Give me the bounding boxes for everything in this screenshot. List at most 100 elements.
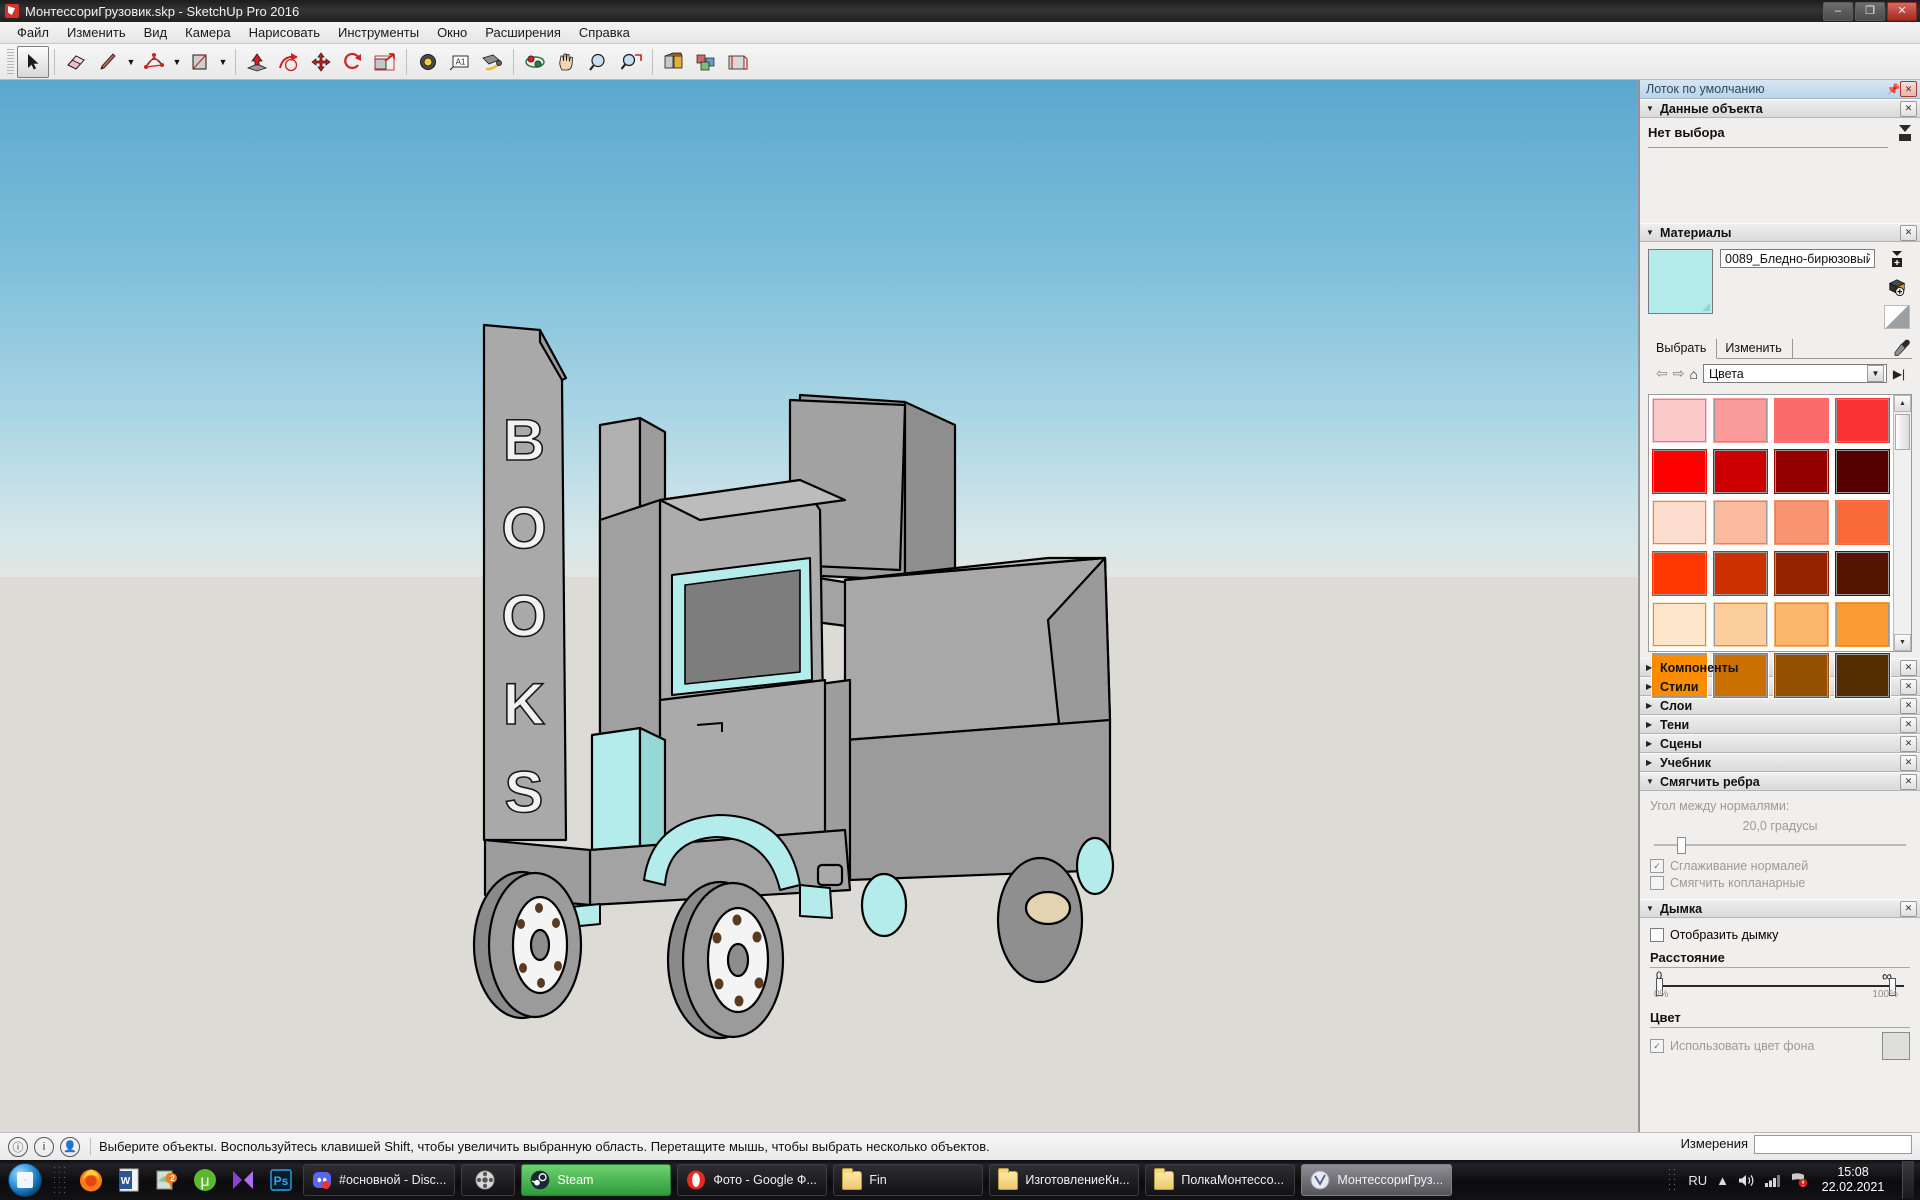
tab-edit[interactable]: Изменить bbox=[1717, 339, 1793, 358]
soften-coplanar-row[interactable]: Смягчить копланарные bbox=[1650, 876, 1910, 890]
taskbar-button-fin[interactable]: Fin bbox=[833, 1164, 984, 1196]
zoom-extents-tool[interactable] bbox=[615, 46, 647, 78]
show-desktop-button[interactable] bbox=[1902, 1161, 1914, 1199]
zoom-tool[interactable] bbox=[583, 46, 615, 78]
color-swatch[interactable] bbox=[1651, 397, 1708, 444]
slider-knob[interactable] bbox=[1676, 837, 1686, 854]
fog-distance-slider[interactable]: 0 ∞ 0% 100% bbox=[1654, 968, 1906, 1002]
smooth-normals-checkbox[interactable] bbox=[1650, 859, 1664, 873]
styles-close-icon[interactable]: ✕ bbox=[1900, 678, 1917, 695]
menu-extensions[interactable]: Расширения bbox=[476, 22, 570, 43]
move-tool[interactable] bbox=[305, 46, 337, 78]
text-tool[interactable]: A1 bbox=[444, 46, 476, 78]
utorrent-icon[interactable]: μ bbox=[186, 1162, 224, 1198]
mapsme-icon[interactable]: 2 bbox=[148, 1162, 186, 1198]
components-close-icon[interactable]: ✕ bbox=[1900, 659, 1917, 676]
taskbar-button-film[interactable] bbox=[461, 1164, 516, 1196]
section-instructor[interactable]: ▶ Учебник ✕ bbox=[1640, 753, 1920, 772]
color-swatch[interactable] bbox=[1834, 448, 1891, 495]
chevron-down-icon[interactable]: ▼ bbox=[1867, 365, 1884, 382]
display-menu-icon[interactable] bbox=[1887, 249, 1907, 269]
material-name-input[interactable] bbox=[1720, 249, 1875, 268]
person-circle-icon[interactable]: 👤 bbox=[60, 1136, 80, 1157]
layers-close-icon[interactable]: ✕ bbox=[1900, 697, 1917, 714]
language-indicator[interactable]: RU bbox=[1688, 1173, 1707, 1188]
tray-grip[interactable] bbox=[1667, 1167, 1680, 1193]
soften-coplanar-checkbox[interactable] bbox=[1650, 876, 1664, 890]
section-soften-edges[interactable]: ▼ Смягчить ребра ✕ bbox=[1640, 772, 1920, 791]
quicklaunch-grip[interactable] bbox=[52, 1165, 68, 1195]
section-entity-info[interactable]: ▼ Данные объекта ✕ bbox=[1640, 99, 1920, 118]
arc-tool-dropdown[interactable]: ▼ bbox=[170, 47, 184, 77]
instructor-close-icon[interactable]: ✕ bbox=[1900, 754, 1917, 771]
pin-icon[interactable]: 📌 bbox=[1887, 83, 1901, 96]
taskbar-button-sketchup[interactable]: МонтессориГруз... bbox=[1301, 1164, 1453, 1196]
entity-info-close-icon[interactable]: ✕ bbox=[1900, 100, 1917, 117]
shadows-close-icon[interactable]: ✕ bbox=[1900, 716, 1917, 733]
eraser-tool[interactable] bbox=[60, 46, 92, 78]
arrow-back-icon[interactable]: ⇦ bbox=[1656, 365, 1668, 382]
close-button[interactable]: ✕ bbox=[1887, 2, 1917, 21]
menu-tools[interactable]: Инструменты bbox=[329, 22, 428, 43]
use-bg-color-row[interactable]: Использовать цвет фона bbox=[1650, 1039, 1882, 1053]
material-library-select[interactable]: Цвета ▼ bbox=[1702, 364, 1887, 383]
menu-file[interactable]: Файл bbox=[8, 22, 58, 43]
arrow-forward-icon[interactable]: ⇨ bbox=[1673, 365, 1685, 382]
color-swatch[interactable] bbox=[1834, 550, 1891, 597]
arc-tool[interactable] bbox=[138, 46, 170, 78]
minimize-button[interactable]: – bbox=[1823, 2, 1853, 21]
color-palette[interactable]: ▲ ▼ bbox=[1648, 394, 1912, 699]
color-swatch[interactable] bbox=[1773, 448, 1830, 495]
pushpull-tool[interactable] bbox=[241, 46, 273, 78]
toolbar-grip[interactable] bbox=[7, 48, 14, 75]
tab-select[interactable]: Выбрать bbox=[1648, 339, 1718, 359]
soften-edges-close-icon[interactable]: ✕ bbox=[1900, 773, 1917, 790]
color-swatch[interactable] bbox=[1773, 499, 1830, 546]
color-swatch[interactable] bbox=[1773, 601, 1830, 648]
color-swatch[interactable] bbox=[1651, 550, 1708, 597]
details-arrow-icon[interactable]: ▶| bbox=[1892, 367, 1906, 381]
firefox-icon[interactable] bbox=[72, 1162, 110, 1198]
create-material-icon[interactable] bbox=[1887, 277, 1907, 297]
section-materials[interactable]: ▼ Материалы ✕ bbox=[1640, 223, 1920, 242]
scroll-up-icon[interactable]: ▲ bbox=[1894, 395, 1911, 412]
menu-view[interactable]: Вид bbox=[135, 22, 177, 43]
color-swatch[interactable] bbox=[1773, 397, 1830, 444]
color-swatch[interactable] bbox=[1834, 499, 1891, 546]
color-swatch[interactable] bbox=[1834, 601, 1891, 648]
rectangle-tool[interactable] bbox=[184, 46, 216, 78]
signal-bars-icon[interactable] bbox=[1764, 1173, 1781, 1188]
color-swatch[interactable] bbox=[1712, 550, 1769, 597]
taskbar-button-polka[interactable]: ПолкаМонтессо... bbox=[1145, 1164, 1296, 1196]
menu-edit[interactable]: Изменить bbox=[58, 22, 135, 43]
materials-close-icon[interactable]: ✕ bbox=[1900, 224, 1917, 241]
expand-details-icon[interactable] bbox=[1898, 125, 1912, 141]
truck-model[interactable]: B O O K S bbox=[0, 80, 1638, 1132]
taskbar-clock[interactable]: 15:08 22.02.2021 bbox=[1817, 1165, 1889, 1195]
color-swatch[interactable] bbox=[1712, 448, 1769, 495]
use-bg-color-checkbox[interactable] bbox=[1650, 1039, 1664, 1053]
menu-window[interactable]: Окно bbox=[428, 22, 476, 43]
flag-alert-icon[interactable] bbox=[1790, 1172, 1808, 1188]
tape-measure-tool[interactable] bbox=[412, 46, 444, 78]
color-swatch[interactable] bbox=[1712, 397, 1769, 444]
pan-tool[interactable] bbox=[551, 46, 583, 78]
info-circle-icon[interactable]: ⓘ bbox=[8, 1136, 28, 1157]
section-plane-tool[interactable] bbox=[722, 46, 754, 78]
word-icon[interactable]: W bbox=[110, 1162, 148, 1198]
scenes-close-icon[interactable]: ✕ bbox=[1900, 735, 1917, 752]
fog-color-swatch[interactable] bbox=[1882, 1032, 1910, 1060]
paint-bucket-tool[interactable] bbox=[658, 46, 690, 78]
color-swatch[interactable] bbox=[1651, 448, 1708, 495]
display-fog-checkbox[interactable] bbox=[1650, 928, 1664, 942]
help-circle-icon[interactable]: i bbox=[34, 1136, 54, 1157]
color-swatch[interactable] bbox=[1712, 499, 1769, 546]
line-tool[interactable] bbox=[92, 46, 124, 78]
menu-camera[interactable]: Камера bbox=[176, 22, 239, 43]
normal-angle-slider[interactable] bbox=[1654, 837, 1906, 854]
tray-close-icon[interactable]: ✕ bbox=[1900, 81, 1917, 97]
color-swatch[interactable] bbox=[1712, 601, 1769, 648]
measurements-input[interactable] bbox=[1754, 1135, 1912, 1154]
orbit-tool[interactable] bbox=[519, 46, 551, 78]
home-icon[interactable]: ⌂ bbox=[1689, 366, 1697, 382]
